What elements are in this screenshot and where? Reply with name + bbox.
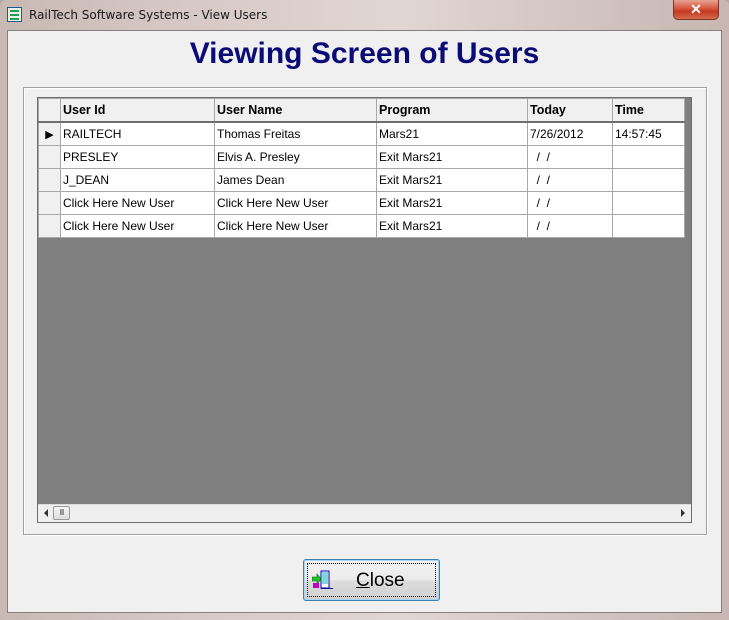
horizontal-scrollbar[interactable]: III [38, 504, 691, 522]
cell-time[interactable] [612, 214, 685, 238]
table-row[interactable]: ▶ RAILTECH Thomas Freitas Mars21 7/26/2012 14… [38, 121, 685, 146]
row-selector[interactable] [38, 168, 61, 192]
cell-time[interactable] [612, 145, 685, 169]
window-close-button[interactable]: ✕ [673, 0, 719, 20]
col-header-program[interactable]: Program [376, 98, 528, 123]
cell-today[interactable]: / / [527, 168, 613, 192]
col-header-today[interactable]: Today [527, 98, 613, 123]
cell-time[interactable] [612, 168, 685, 192]
close-icon: ✕ [690, 1, 702, 17]
cell-today[interactable]: / / [527, 214, 613, 238]
table-row[interactable]: J_DEAN James Dean Exit Mars21 / / [38, 168, 685, 192]
row-selector-header [38, 98, 61, 123]
cell-user-name[interactable]: Elvis A. Presley [214, 145, 377, 169]
header-row: User Id User Name Program Today Time [38, 98, 685, 123]
cell-program[interactable]: Mars21 [376, 121, 528, 146]
row-selector[interactable] [38, 191, 61, 215]
title-bar[interactable]: RailTech Software Systems - View Users ✕ [0, 0, 729, 30]
scroll-thumb[interactable]: III [53, 506, 70, 520]
row-selector[interactable]: ▶ [38, 121, 61, 146]
cell-today[interactable]: / / [527, 191, 613, 215]
close-button-label: Close [356, 570, 405, 591]
cell-user-name[interactable]: Click Here New User [214, 191, 377, 215]
col-header-time[interactable]: Time [612, 98, 685, 123]
cell-today[interactable]: 7/26/2012 [527, 121, 613, 146]
scroll-left-arrow-icon[interactable] [44, 509, 48, 517]
cell-user-name[interactable]: Click Here New User [214, 214, 377, 238]
cell-user-id[interactable]: Click Here New User [60, 191, 215, 215]
cell-program[interactable]: Exit Mars21 [376, 191, 528, 215]
cell-program[interactable]: Exit Mars21 [376, 168, 528, 192]
cell-user-id[interactable]: J_DEAN [60, 168, 215, 192]
page-title: Viewing Screen of Users [189, 37, 540, 70]
col-header-user-name[interactable]: User Name [214, 98, 377, 123]
cell-time[interactable] [612, 191, 685, 215]
cell-user-name[interactable]: Thomas Freitas [214, 121, 377, 146]
table-row[interactable]: Click Here New User Click Here New User Ex… [38, 191, 685, 215]
current-row-arrow-icon: ▶ [45, 128, 54, 141]
cell-program[interactable]: Exit Mars21 [376, 214, 528, 238]
close-button[interactable]: Close [303, 559, 440, 601]
cell-user-id[interactable]: PRESLEY [60, 145, 215, 169]
users-table: User Id User Name Program Today Time ▶ RA… [38, 98, 685, 238]
cell-program[interactable]: Exit Mars21 [376, 145, 528, 169]
table-row[interactable]: PRESLEY Elvis A. Presley Exit Mars21 / / [38, 145, 685, 169]
table-row[interactable]: Click Here New User Click Here New User Ex… [38, 214, 685, 238]
cell-today[interactable]: / / [527, 145, 613, 169]
cell-user-id[interactable]: RAILTECH [60, 121, 215, 146]
client-area: Viewing Screen of Users User Id User Nam… [7, 30, 722, 613]
exit-door-icon [312, 570, 333, 589]
cell-time[interactable]: 14:57:45 [612, 121, 685, 146]
cell-user-id[interactable]: Click Here New User [60, 214, 215, 238]
users-grid[interactable]: User Id User Name Program Today Time ▶ RA… [37, 97, 692, 523]
cell-user-name[interactable]: James Dean [214, 168, 377, 192]
window-title: RailTech Software Systems - View Users [29, 8, 268, 22]
col-header-user-id[interactable]: User Id [60, 98, 215, 123]
scroll-right-arrow-icon[interactable] [681, 509, 685, 517]
row-selector[interactable] [38, 145, 61, 169]
row-selector[interactable] [38, 214, 61, 238]
app-icon [7, 7, 22, 22]
